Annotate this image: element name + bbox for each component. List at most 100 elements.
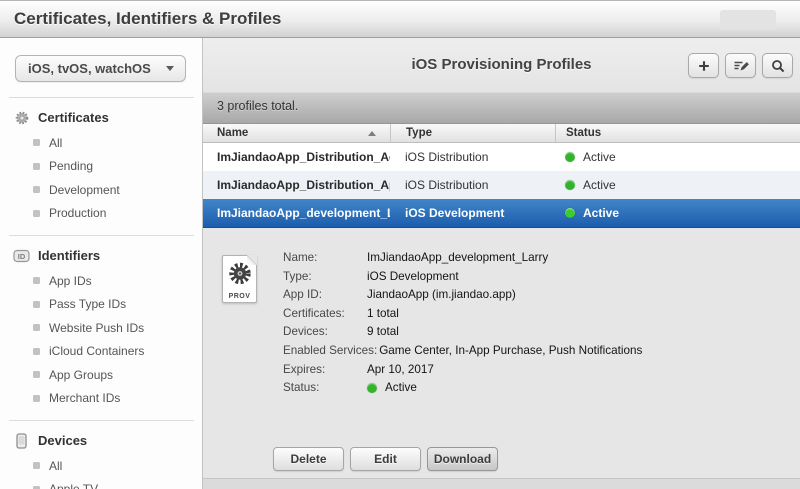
bullet-icon (33, 277, 40, 285)
sidebar-section-identifiers: ID Identifiers (0, 236, 202, 269)
account-name-redacted[interactable] (720, 10, 776, 30)
field-value: Active (367, 381, 417, 394)
app-window: Certificates, Identifiers & Profiles iOS… (0, 0, 800, 489)
page-header: Certificates, Identifiers & Profiles (0, 0, 800, 38)
profile-status: Active (555, 206, 800, 220)
profile-detail-panel: PROV Name: ImJiandaoApp_development_Larr… (203, 228, 800, 478)
status-dot-icon (565, 208, 575, 218)
detail-action-buttons: Delete Edit Download (273, 447, 498, 471)
platform-dropdown[interactable]: iOS, tvOS, watchOS (15, 55, 186, 82)
detail-status-text: Active (385, 381, 417, 395)
bullet-icon (33, 394, 40, 402)
detail-fields: Name: ImJiandaoApp_development_Larry Typ… (283, 251, 642, 400)
field-value: Apr 10, 2017 (367, 362, 434, 376)
sidebar-item-certificates-production[interactable]: Production (0, 202, 202, 226)
sidebar-item-merchant-ids[interactable]: Merchant IDs (0, 387, 202, 411)
status-dot-icon (565, 180, 575, 190)
id-badge-icon: ID (13, 247, 30, 264)
sidebar-item-icloud-containers[interactable]: iCloud Containers (0, 340, 202, 364)
field-value: JiandaoApp (im.jiandao.app) (367, 288, 516, 302)
status-dot-icon (565, 152, 575, 162)
table-row[interactable]: ImJiandaoApp_Distribution_AppSt... iOS D… (203, 171, 800, 199)
field-label: Type: (283, 269, 312, 283)
main-header: iOS Provisioning Profiles (203, 38, 800, 92)
toolbar (688, 53, 793, 78)
svg-text:ID: ID (18, 252, 26, 261)
field-label: Certificates: (283, 306, 345, 320)
search-button[interactable] (762, 53, 793, 78)
table-row-selected[interactable]: ImJiandaoApp_development_Larry iOS Devel… (203, 199, 800, 228)
profile-name: ImJiandaoApp_Distribution_AppSt... (217, 178, 390, 192)
sidebar-item-devices-all[interactable]: All (0, 454, 202, 478)
edit-list-icon (734, 61, 749, 70)
table-header: Name Type Status (203, 124, 800, 143)
profile-status: Active (555, 150, 800, 164)
download-button[interactable]: Download (427, 447, 498, 471)
table-row[interactable]: ImJiandaoApp_Distribution_AdHoc iOS Dist… (203, 143, 800, 171)
edit-profiles-button[interactable] (725, 53, 756, 78)
platform-dropdown-label: iOS, tvOS, watchOS (28, 61, 151, 76)
add-profile-button[interactable] (688, 53, 719, 78)
sidebar-item-certificates-development[interactable]: Development (0, 178, 202, 202)
profiles-count-bar: 3 profiles total. (203, 92, 800, 124)
sidebar-section-certificates: Certificates (0, 98, 202, 131)
bullet-icon (33, 347, 40, 355)
prov-file-icon: PROV (222, 255, 257, 303)
search-icon (771, 59, 784, 72)
field-label: Expires: (283, 362, 326, 376)
main-panel: iOS Provisioning Profiles 3 profiles tot… (203, 38, 800, 489)
bullet-icon (33, 371, 40, 379)
status-dot-icon (367, 382, 377, 393)
delete-button[interactable]: Delete (273, 447, 344, 471)
field-value: ImJiandaoApp_development_Larry (367, 251, 549, 264)
sidebar-section-label: Certificates (38, 110, 109, 125)
prov-label: PROV (228, 293, 251, 300)
bullet-icon (33, 162, 40, 170)
sidebar-section-devices: Devices (0, 421, 202, 454)
profile-type: iOS Distribution (405, 178, 489, 192)
field-value: iOS Development (367, 269, 459, 283)
status-text: Active (583, 178, 616, 192)
field-label: Devices: (283, 325, 328, 339)
sidebar-item-pass-type-ids[interactable]: Pass Type IDs (0, 293, 202, 317)
profiles-count-text: 3 profiles total. (217, 99, 299, 113)
column-header-name[interactable]: Name (203, 124, 390, 142)
plus-icon (698, 60, 709, 71)
status-text: Active (583, 206, 620, 220)
edit-button[interactable]: Edit (350, 447, 421, 471)
footer-strip (203, 478, 800, 489)
sidebar-section-label: Identifiers (38, 248, 101, 263)
field-value: 1 total (367, 306, 399, 320)
page-title: Certificates, Identifiers & Profiles (14, 9, 282, 28)
field-label: Enabled Services: (283, 343, 378, 357)
bullet-icon (33, 186, 40, 194)
sidebar-item-apple-tv[interactable]: Apple TV (0, 478, 202, 489)
field-label: Name: (283, 251, 318, 264)
field-label: Status: (283, 381, 320, 395)
bullet-icon (33, 462, 40, 470)
bullet-icon (33, 324, 40, 332)
device-icon (13, 432, 30, 449)
sidebar-item-app-groups[interactable]: App Groups (0, 363, 202, 387)
profile-type: iOS Distribution (405, 150, 489, 164)
sidebar-item-app-ids[interactable]: App IDs (0, 269, 202, 293)
field-value: 9 total (367, 325, 399, 339)
sidebar-section-label: Devices (38, 433, 88, 448)
sidebar: iOS, tvOS, watchOS Certificates All Pend… (0, 38, 203, 489)
sidebar-item-certificates-all[interactable]: All (0, 131, 202, 155)
profile-name: ImJiandaoApp_development_Larry (217, 206, 390, 220)
column-header-status[interactable]: Status (555, 124, 800, 142)
field-label: App ID: (283, 288, 322, 302)
sidebar-item-website-push-ids[interactable]: Website Push IDs (0, 316, 202, 340)
field-value: Game Center, In-App Purchase, Push Notif… (379, 343, 643, 357)
profile-status: Active (555, 178, 800, 192)
profile-name: ImJiandaoApp_Distribution_AdHoc (217, 150, 390, 164)
bullet-icon (33, 209, 40, 217)
column-header-type[interactable]: Type (390, 124, 555, 142)
bullet-icon (33, 139, 40, 147)
profile-type: iOS Development (405, 206, 505, 220)
sidebar-item-certificates-pending[interactable]: Pending (0, 155, 202, 179)
status-text: Active (583, 150, 616, 164)
certificate-seal-icon (13, 109, 30, 126)
bullet-icon (33, 300, 40, 308)
